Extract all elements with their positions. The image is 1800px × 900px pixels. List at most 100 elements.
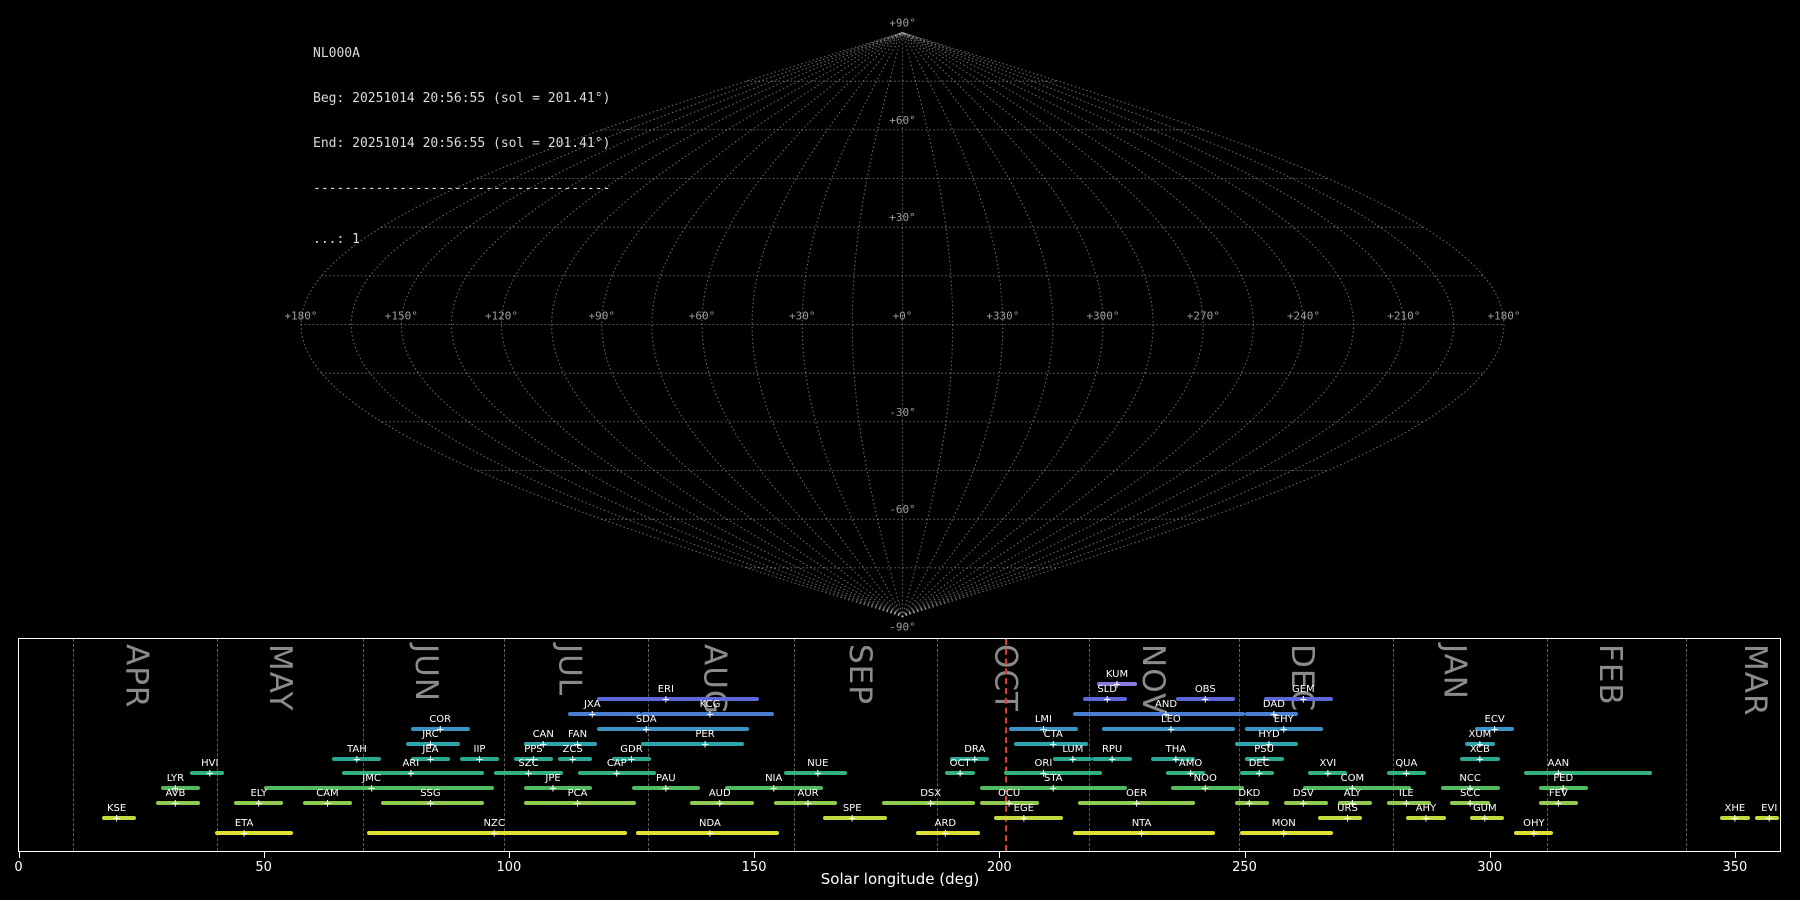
shower-label-KCG: KCG xyxy=(699,698,721,710)
shower-label-ARD: ARD xyxy=(934,818,957,829)
month-label: JAN xyxy=(1436,644,1473,700)
shower-label-AUD: AUD xyxy=(708,788,731,800)
shower-label-PCA: PCA xyxy=(567,788,588,800)
shower-label-EHY: EHY xyxy=(1273,713,1294,725)
shower-label-NUE: NUE xyxy=(807,758,829,770)
x-tick xyxy=(1489,852,1491,858)
shower-label-TAH: TAH xyxy=(347,743,367,755)
month-boundary-line xyxy=(1392,639,1394,851)
shower-label-DEC: DEC xyxy=(1248,758,1270,770)
shower-label-LYR: LYR xyxy=(166,773,185,785)
shower-label-ECV: ECV xyxy=(1484,713,1505,725)
shower-label-XCB: XCB xyxy=(1469,743,1490,755)
shower-label-NCC: NCC xyxy=(1459,773,1481,785)
shower-label-COM: COM xyxy=(1340,773,1365,785)
shower-label-EVI: EVI xyxy=(1761,803,1778,815)
month-label: SEP xyxy=(842,644,878,705)
shower-label-COR: COR xyxy=(429,713,452,725)
shower-label-SSG: SSG xyxy=(420,788,441,800)
shower-label-PER: PER xyxy=(695,728,715,740)
shower-bar-ETA xyxy=(214,831,294,835)
shower-label-THA: THA xyxy=(1165,743,1187,755)
shower-label-GDR: GDR xyxy=(620,743,643,755)
shower-label-NIA: NIA xyxy=(765,773,783,785)
shower-label-OHY: OHY xyxy=(1523,818,1545,829)
shower-label-NZC: NZC xyxy=(483,818,505,829)
shower-label-JMC: JMC xyxy=(362,773,381,785)
shower-label-AVB: AVB xyxy=(165,788,186,800)
x-tick xyxy=(263,852,265,858)
shower-label-IIP: IIP xyxy=(473,743,486,755)
shower-label-URS: URS xyxy=(1337,803,1358,815)
shower-label-ARI: ARI xyxy=(402,758,420,770)
shower-label-CAM: CAM xyxy=(316,788,339,800)
shower-activity-chart: APR MAY JUN JUL AUG SEP OCT NOV DEC JAN FEB MAR + KUM… xyxy=(0,0,1800,900)
shower-label-ZCS: ZCS xyxy=(562,743,583,755)
shower-label-PAU: PAU xyxy=(656,773,676,785)
shower-bar-URS xyxy=(1318,816,1363,821)
shower-label-LMI: LMI xyxy=(1034,713,1053,725)
shower-label-HVI: HVI xyxy=(201,758,219,770)
x-axis-title: Solar longitude (deg) xyxy=(820,870,980,888)
shower-label-ETA: ETA xyxy=(234,818,254,829)
shower-label-SDA: SDA xyxy=(635,713,657,725)
shower-label-JXA: JXA xyxy=(583,698,601,710)
shower-label-JPE: JPE xyxy=(545,773,561,785)
shower-label-ERI: ERI xyxy=(657,683,674,695)
shower-label-QUA: QUA xyxy=(1395,758,1418,770)
shower-label-DAD: DAD xyxy=(1262,698,1285,710)
shower-label-DKD: DKD xyxy=(1238,788,1261,800)
shower-label-KUM: KUM xyxy=(1105,669,1129,680)
shower-label-FED: FED xyxy=(1553,773,1574,785)
x-tick xyxy=(1734,852,1736,858)
x-tick xyxy=(1244,852,1246,858)
shower-label-AAN: AAN xyxy=(1547,758,1570,770)
shower-label-ELY: ELY xyxy=(250,788,268,800)
shower-label-OCT: OCT xyxy=(949,758,971,770)
shower-label-OER: OER xyxy=(1126,788,1148,800)
shower-label-AHY: AHY xyxy=(1415,803,1437,815)
month-label: APR xyxy=(118,644,155,709)
shower-label-AMO: AMO xyxy=(1178,758,1203,770)
shower-label-DSX: DSX xyxy=(920,788,942,800)
month-boundary-line xyxy=(794,639,796,851)
shower-label-LEO: LEO xyxy=(1161,713,1181,725)
month-label: MAR xyxy=(1736,644,1773,717)
shower-label-KSE: KSE xyxy=(106,803,127,815)
shower-label-EGE: EGE xyxy=(1013,803,1034,815)
shower-label-AND: AND xyxy=(1155,698,1178,710)
shower-label-AUR: AUR xyxy=(797,788,819,800)
shower-label-CAP: CAP xyxy=(606,758,627,770)
shower-label-SZC: SZC xyxy=(518,758,539,770)
shower-label-JRC: JRC xyxy=(422,728,439,740)
shower-label-GUM: GUM xyxy=(1472,803,1497,815)
shower-label-FAN: FAN xyxy=(567,728,588,740)
shower-label-ALY: ALY xyxy=(1343,788,1361,800)
shower-label-XVI: XVI xyxy=(1319,758,1337,770)
x-tick xyxy=(999,852,1001,858)
shower-label-ORI: ORI xyxy=(1034,758,1053,770)
shower-label-DRA: DRA xyxy=(964,743,986,755)
shower-label-NOO: NOO xyxy=(1193,773,1217,785)
month-label: FEB xyxy=(1591,644,1628,706)
shower-label-SCC: SCC xyxy=(1459,788,1481,800)
shower-label-HYD: HYD xyxy=(1258,728,1280,740)
month-boundary-line xyxy=(73,639,75,851)
month-boundary-line xyxy=(1686,639,1688,851)
month-label: MAY xyxy=(261,644,298,712)
shower-label-FEV: FEV xyxy=(1548,788,1568,800)
x-tick xyxy=(754,852,756,858)
shower-label-GEM: GEM xyxy=(1291,683,1315,695)
shower-label-CTA: CTA xyxy=(1043,728,1063,740)
month-label: JUL xyxy=(551,644,588,697)
shower-label-SPE: SPE xyxy=(842,803,862,815)
shower-label-XUM: XUM xyxy=(1468,728,1492,740)
x-tick xyxy=(508,852,510,858)
shower-label-NDA: NDA xyxy=(699,818,721,829)
shower-label-STA: STA xyxy=(1043,773,1063,785)
shower-label-PSU: PSU xyxy=(1254,743,1274,755)
shower-label-NTA: NTA xyxy=(1131,818,1152,829)
x-tick xyxy=(18,852,20,858)
shower-label-SLD: SLD xyxy=(1097,683,1117,695)
shower-label-ILE: ILE xyxy=(1398,788,1414,800)
